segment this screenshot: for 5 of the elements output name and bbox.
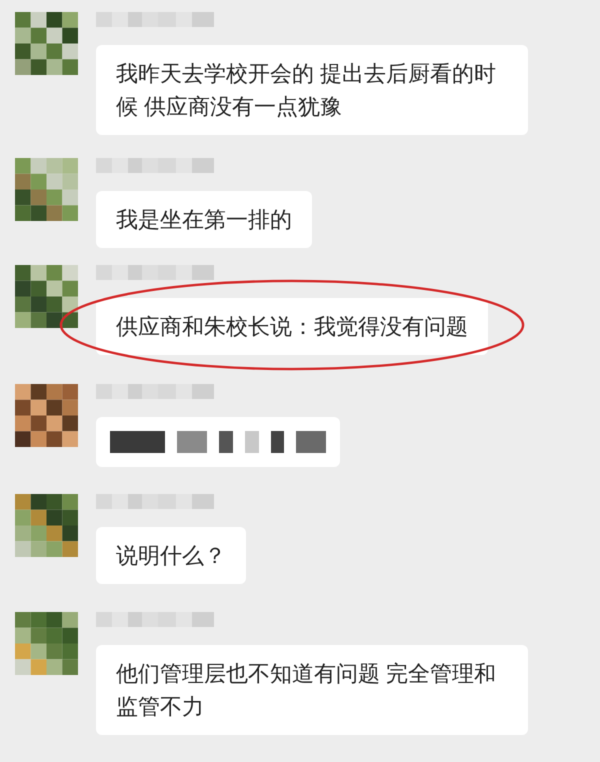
message-bubble: 我昨天去学校开会的 提出去后厨看的时候 供应商没有一点犹豫 — [96, 45, 528, 135]
message-bubble: 他们管理层也不知道有问题 完全管理和监管不力 — [96, 645, 528, 735]
message-bubble: 供应商和朱校长说：我觉得没有问题 — [96, 298, 488, 355]
message-bubble: 说明什么？ — [96, 527, 246, 584]
message-bubble: 我是坐在第一排的 — [96, 191, 312, 248]
